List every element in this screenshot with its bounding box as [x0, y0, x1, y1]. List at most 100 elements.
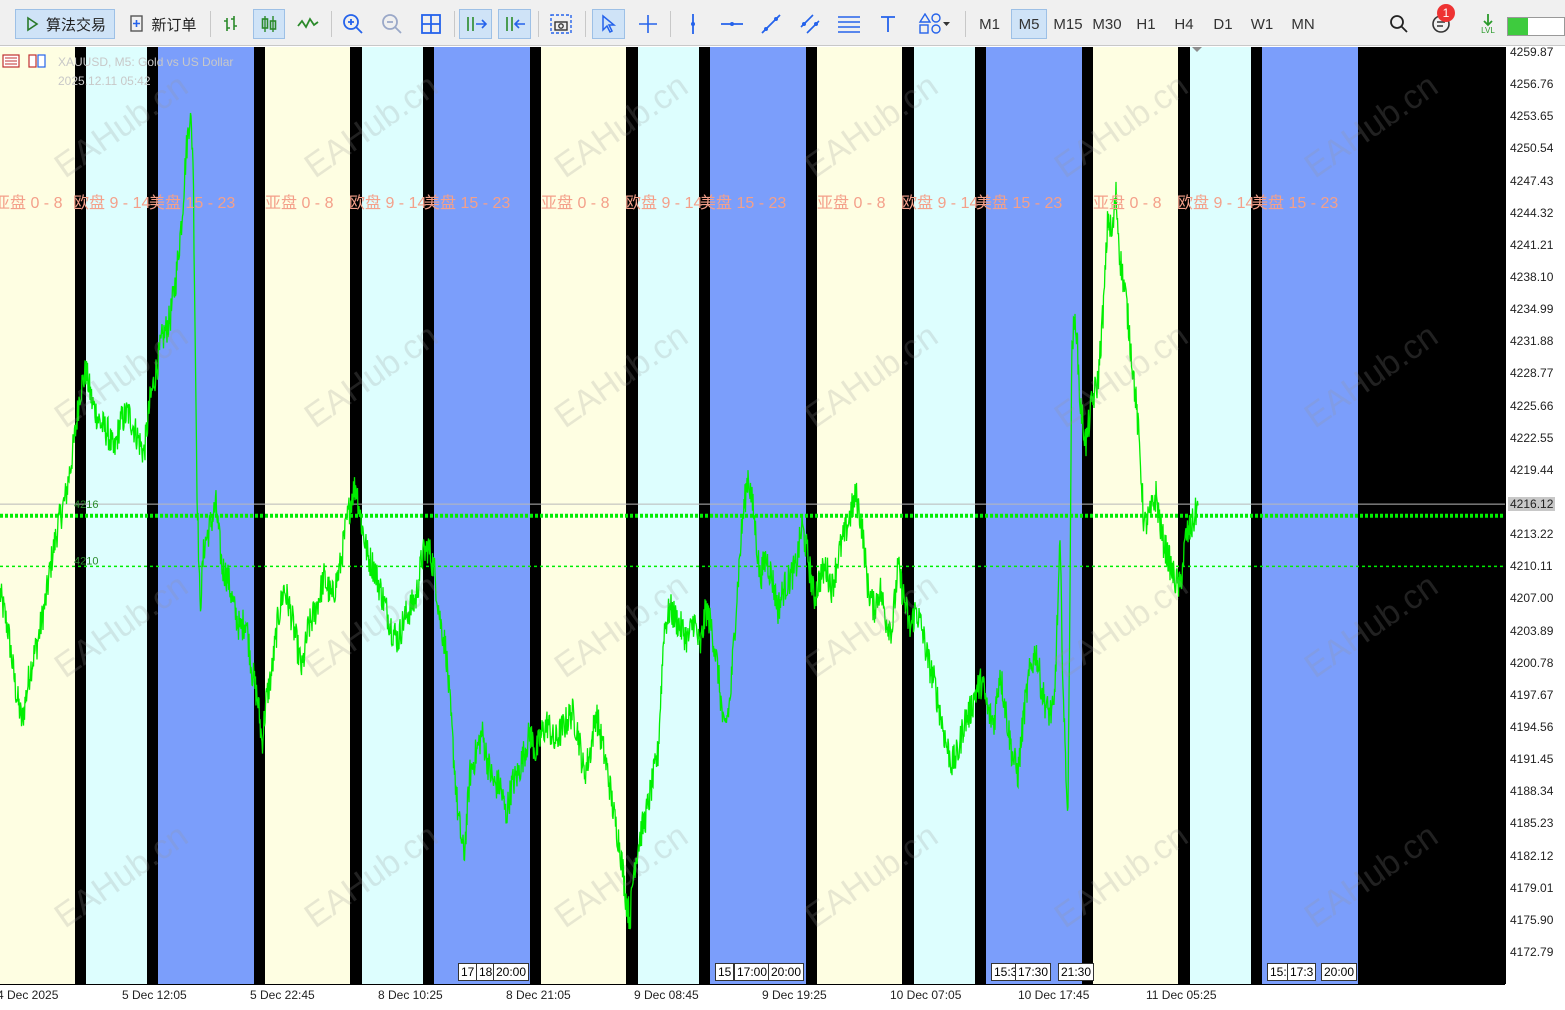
price-tick-label: 4247.43 — [1510, 173, 1554, 188]
play-icon — [27, 16, 39, 32]
candlestick-icon — [261, 16, 277, 32]
timeframe-d1-button[interactable]: D1 — [1208, 9, 1238, 39]
notifications-button[interactable]: 1 — [1422, 4, 1460, 39]
vertical-line-button[interactable] — [678, 9, 708, 39]
tile-windows-button[interactable] — [416, 9, 446, 39]
auto-scroll-button[interactable] — [459, 9, 492, 39]
time-tick-label: 5 Dec 22:45 — [250, 988, 315, 1002]
session-band-asia — [541, 47, 626, 984]
time-tick-label: 8 Dec 10:25 — [378, 988, 443, 1002]
new-order-icon — [130, 15, 144, 32]
price-tick-label: 4207.00 — [1510, 591, 1554, 606]
trade-panel-icon[interactable] — [28, 54, 46, 68]
text-button[interactable] — [873, 9, 903, 39]
chart-title: XAUUSD, M5: Gold vs US Dollar — [58, 55, 234, 69]
timeframe-m5-button[interactable]: M5 — [1011, 9, 1047, 39]
vertical-line-label[interactable]: 20:00 — [1321, 963, 1358, 981]
zoom-out-button[interactable] — [377, 9, 407, 39]
price-tick-label: 4228.77 — [1510, 366, 1554, 381]
time-tick-label: 10 Dec 17:45 — [1018, 988, 1090, 1002]
vertical-line-label[interactable]: 17 — [458, 963, 478, 981]
vertical-line-label[interactable]: 20:00 — [768, 963, 805, 981]
channel-button[interactable] — [795, 9, 825, 39]
line-chart-button[interactable] — [293, 9, 323, 39]
level-button[interactable]: LVL — [1473, 9, 1503, 39]
time-tick-label: 9 Dec 19:25 — [762, 988, 827, 1002]
vertical-line-label[interactable]: 21:30 — [1058, 963, 1095, 981]
price-tick-label: 4172.79 — [1510, 945, 1554, 959]
chart-canvas[interactable]: 4216 4210 — [0, 47, 1505, 984]
separator — [585, 11, 586, 37]
price-axis[interactable]: 4259.87 4256.76 4253.65 4250.54 4247.43 4244.… — [1505, 45, 1565, 984]
bar-chart-icon — [224, 16, 237, 31]
price-tick-label: 4222.55 — [1510, 430, 1554, 445]
price-chart[interactable]: 4216 4210 亚盘 0 - 8 欧盘 9 - 14 美盘 15 - 23 亚盘 0… — [0, 47, 1505, 984]
vertical-line-label[interactable]: 15 — [715, 963, 735, 981]
timeframe-m15-button[interactable]: M15 — [1050, 9, 1086, 39]
session-label-asia: 亚盘 0 - 8 — [265, 195, 334, 212]
price-tick-label: 4231.88 — [1510, 334, 1554, 349]
screenshot-button[interactable] — [545, 9, 577, 39]
vertical-line-label[interactable]: 20:00 — [493, 963, 530, 981]
session-label-europe: 欧盘 9 - 14 — [625, 195, 703, 212]
timeframe-m30-button[interactable]: M30 — [1089, 9, 1125, 39]
session-label-us: 美盘 15 - 23 — [700, 195, 787, 212]
price-tick-label: 4179.01 — [1510, 880, 1554, 895]
chart-shift-icon — [505, 17, 525, 31]
price-tick-label: 4244.32 — [1510, 205, 1554, 220]
fibonacci-icon — [838, 16, 860, 33]
channel-icon — [800, 14, 820, 34]
session-label-asia: 亚盘 0 - 8 — [541, 195, 610, 212]
shapes-button[interactable] — [911, 9, 957, 39]
timeframe-h1-button[interactable]: H1 — [1131, 9, 1161, 39]
time-tick-label: 11 Dec 05:25 — [1146, 988, 1217, 1002]
separator — [965, 11, 966, 37]
vertical-line-label[interactable]: 17:30 — [1015, 963, 1052, 981]
time-axis[interactable]: 4 Dec 2025 5 Dec 12:05 5 Dec 22:45 8 Dec 10… — [0, 984, 1505, 1010]
price-tick-label: 4213.22 — [1510, 527, 1554, 542]
signal-strength-bar — [1507, 17, 1565, 36]
vertical-line-label[interactable]: 17:00 — [734, 963, 771, 981]
search-button[interactable] — [1384, 9, 1414, 39]
horizontal-line-button[interactable] — [717, 9, 747, 39]
timeframe-m1-button[interactable]: M1 — [974, 9, 1005, 39]
zoom-in-icon — [343, 14, 363, 34]
session-label-europe: 欧盘 9 - 14 — [349, 195, 427, 212]
zoom-in-button[interactable] — [338, 9, 368, 39]
price-tick-label: 4185.23 — [1510, 816, 1554, 831]
price-tick-label: 4253.65 — [1510, 109, 1554, 124]
price-tick-label: 4219.44 — [1510, 462, 1554, 477]
algo-trading-button[interactable]: 算法交易 — [15, 9, 115, 39]
price-tick-label: 4194.56 — [1510, 720, 1554, 734]
crosshair-button[interactable] — [633, 9, 663, 39]
price-tick-label: 4188.34 — [1510, 784, 1554, 799]
chart-list-icon[interactable] — [2, 54, 20, 68]
price-tick-label: 4197.67 — [1510, 687, 1554, 702]
cursor-icon — [601, 14, 616, 34]
price-tick-label: 4182.12 — [1510, 848, 1554, 863]
price-tick-label: 4256.76 — [1510, 77, 1554, 92]
fibonacci-button[interactable] — [834, 9, 864, 39]
crosshair-icon — [639, 15, 657, 33]
timeframe-mn-button[interactable]: MN — [1286, 9, 1320, 39]
vertical-line-label[interactable]: 17:3 — [1287, 963, 1317, 981]
vertical-line-icon — [691, 14, 695, 34]
new-order-button[interactable]: 新订单 — [123, 9, 203, 39]
timeframe-w1-button[interactable]: W1 — [1247, 9, 1277, 39]
trendline-icon — [761, 14, 781, 34]
cursor-button[interactable] — [592, 9, 625, 39]
auto-scroll-icon — [466, 17, 487, 31]
price-tick-label: 4210.11 — [1510, 559, 1553, 574]
trendline-button[interactable] — [756, 9, 786, 39]
chart-shift-button[interactable] — [498, 9, 531, 39]
algo-trading-label: 算法交易 — [45, 16, 106, 34]
horizontal-line-icon — [721, 22, 743, 26]
time-tick-label: 9 Dec 08:45 — [634, 988, 699, 1002]
shapes-icon — [918, 13, 950, 34]
candlestick-button[interactable] — [253, 9, 285, 39]
timeframe-h4-button[interactable]: H4 — [1169, 9, 1199, 39]
session-label-us: 美盘 15 - 23 — [1252, 195, 1339, 212]
bar-chart-button[interactable] — [217, 9, 245, 39]
zoom-out-icon — [382, 14, 402, 34]
time-tick-label: 8 Dec 21:05 — [506, 988, 571, 1002]
